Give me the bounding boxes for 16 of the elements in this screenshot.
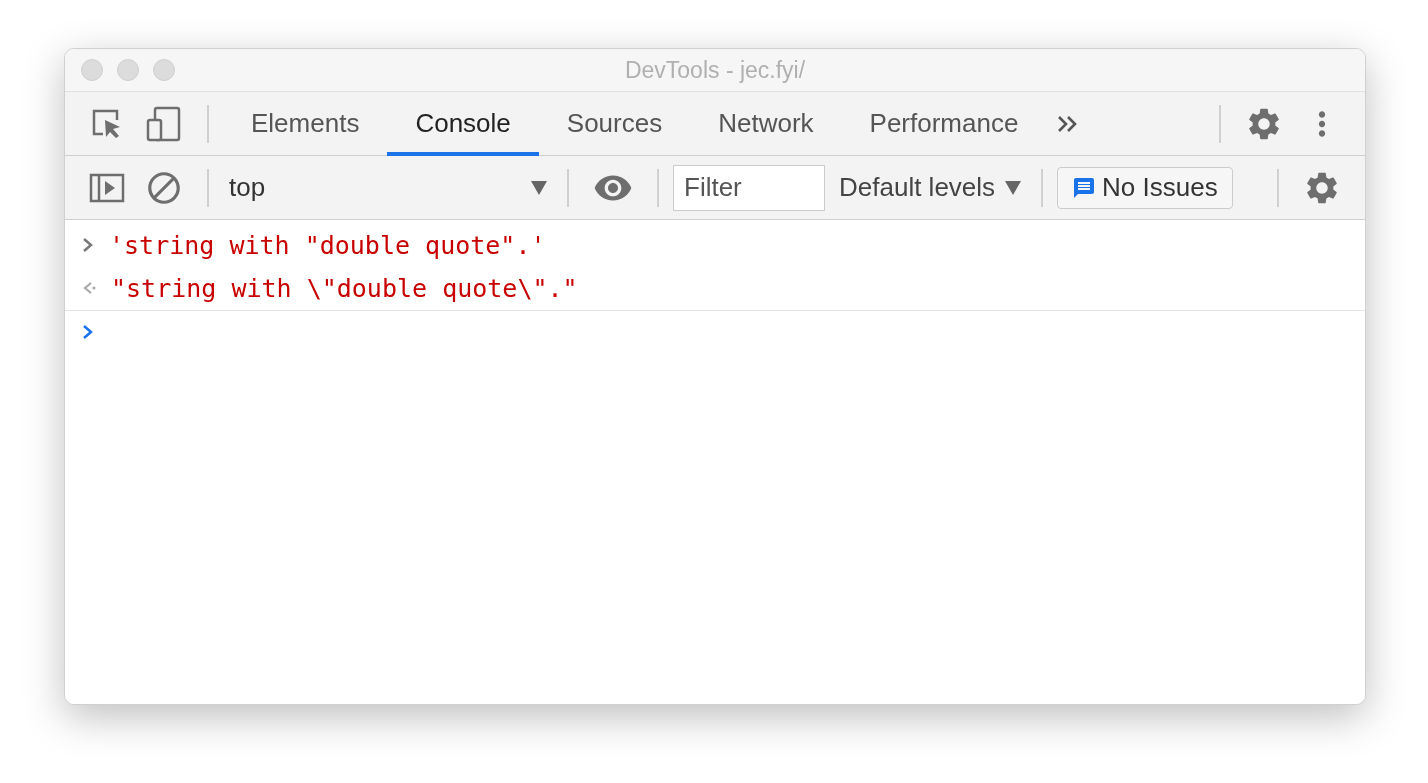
panel-tab[interactable]: Performance bbox=[841, 91, 1047, 156]
context-dropdown[interactable]: top bbox=[223, 164, 553, 211]
issues-button[interactable]: No Issues bbox=[1057, 166, 1233, 209]
levels-dropdown[interactable]: Default levels bbox=[833, 172, 1028, 203]
console-message: "string with \"double quote\"." bbox=[111, 273, 578, 303]
result-arrow-icon bbox=[81, 279, 97, 297]
panel-tab[interactable]: Elements bbox=[223, 91, 388, 156]
filter-field[interactable]: Filter bbox=[673, 164, 825, 211]
prompt-icon bbox=[81, 323, 95, 341]
console-message: 'string with "double quote".' bbox=[109, 230, 546, 260]
panel-tab[interactable]: Sources bbox=[538, 91, 691, 156]
dropdown-caret-icon bbox=[531, 180, 547, 195]
panel-tab[interactable]: Network bbox=[690, 91, 842, 156]
window-title: DevTools - jec.fyi/ bbox=[624, 56, 807, 84]
message-icon bbox=[1072, 175, 1097, 200]
dropdown-caret-icon bbox=[1005, 180, 1022, 195]
